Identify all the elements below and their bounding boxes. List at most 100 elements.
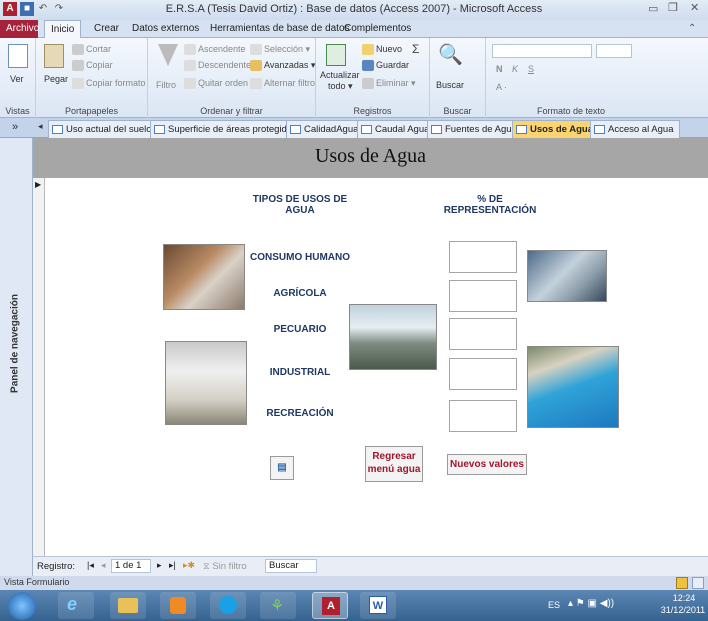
title-bar: A ■ ↶ ↷ E.R.S.A (Tesis David Ortiz) : Ba… (0, 0, 708, 20)
media-player-icon (170, 597, 186, 614)
avanzadas-button[interactable]: Avanzadas ▾ (250, 60, 315, 72)
ribbon-minimize-icon[interactable]: ⌃ (688, 23, 696, 34)
form-icon (290, 125, 301, 134)
font-name-select[interactable] (492, 44, 592, 58)
tab-crear[interactable]: Crear (88, 20, 125, 38)
alternar-label: Alternar filtro (264, 78, 316, 88)
descendente-button[interactable]: Descendente (184, 60, 252, 72)
start-button[interactable] (8, 592, 36, 620)
copiar-formato-button[interactable]: Copiar formato (72, 78, 146, 90)
doc-tab[interactable]: Uso actual del suelo (48, 120, 158, 138)
guardar-button[interactable]: Guardar (362, 60, 410, 72)
recreacion-photo (527, 346, 619, 428)
save-record-icon (362, 60, 374, 72)
copiar-button[interactable]: Copiar (72, 60, 113, 72)
navigation-pane[interactable]: Panel de navegación (0, 138, 33, 576)
clock-time[interactable]: 12:24 (664, 593, 704, 603)
record-search-input[interactable]: Buscar (265, 559, 317, 573)
explorer-taskbar-icon[interactable] (110, 592, 146, 619)
tab-datos-externos[interactable]: Datos externos (126, 20, 205, 38)
doc-tab[interactable]: Acceso al Agua (590, 120, 680, 138)
access-taskbar-icon[interactable]: A (312, 592, 348, 619)
prev-record-icon[interactable]: ◂ (101, 560, 106, 571)
messenger-taskbar-icon[interactable]: ⚘ (260, 592, 296, 619)
buscar-button[interactable]: Buscar (436, 80, 464, 90)
clock-date[interactable]: 31/12/2011 (658, 605, 708, 615)
group-label: Registros (353, 106, 392, 116)
tab-scroll-left-icon[interactable]: ◂ (38, 121, 43, 132)
design-view-icon[interactable] (692, 577, 704, 589)
regresar-menu-agua-button[interactable]: Regresar menú agua (365, 446, 423, 482)
media-taskbar-icon[interactable] (160, 592, 196, 619)
nuevos-valores-button[interactable]: Nuevos valores (447, 454, 527, 475)
tab-inicio[interactable]: Inicio (44, 20, 82, 38)
label-uso: PECUARIO (273, 324, 327, 335)
quitar-orden-button[interactable]: Quitar orden (184, 78, 248, 90)
pct-input-agricola[interactable] (449, 280, 517, 312)
bold-button[interactable]: N (496, 64, 503, 74)
paste-icon (44, 44, 64, 68)
seleccion-button[interactable]: Selección ▾ (250, 44, 310, 56)
pct-input-recreacion[interactable] (449, 400, 517, 432)
actualizar-button[interactable]: Actualizar (320, 70, 360, 80)
minimize-icon[interactable]: ▭ (648, 2, 662, 15)
label-uso: CONSUMO HUMANO (250, 252, 350, 263)
binoculars-icon: 🔍 (438, 44, 463, 66)
todo-label: todo ▾ (328, 81, 353, 91)
sin-filtro-button[interactable]: ⧖ Sin filtro (203, 561, 247, 572)
new-record-nav-icon[interactable]: ▸✱ (183, 560, 195, 571)
font-color-button[interactable]: A · (496, 82, 507, 92)
sin-filtro-label: Sin filtro (212, 561, 247, 572)
restore-icon[interactable]: ❐ (668, 1, 682, 14)
form-action-button[interactable]: ▤ (270, 456, 294, 480)
nuevo-button[interactable]: Nuevo (362, 44, 402, 56)
document-tabs: » ◂ Uso actual del suelo Superficie de á… (0, 118, 708, 138)
eliminar-button[interactable]: Eliminar ▾ (362, 78, 416, 90)
tab-archivo[interactable]: Archivo (0, 20, 39, 38)
doc-tab[interactable]: Superficie de áreas protegidas (150, 120, 303, 138)
doc-tab[interactable]: CalidadAgua (286, 120, 365, 138)
form-icon (52, 125, 63, 134)
nav-pane-toggle[interactable]: » (12, 121, 18, 133)
doc-tab[interactable]: Fuentes de Agua (427, 120, 523, 138)
underline-button[interactable]: S (528, 64, 534, 74)
tray-icons[interactable]: ▴ ⚑ ▣ ◀)) (568, 598, 614, 609)
form-view-icon[interactable] (676, 577, 688, 589)
toggle-filter-icon (250, 78, 262, 90)
doc-tab-active[interactable]: Usos de Agua (512, 120, 599, 138)
ascendente-button[interactable]: Ascendente (184, 44, 246, 56)
delete-icon (362, 78, 374, 90)
record-position-field[interactable]: 1 de 1 (111, 559, 151, 573)
descendente-label: Descendente (198, 60, 252, 70)
advanced-icon (250, 60, 262, 72)
group-ordenar-filtrar: Filtro Ascendente Descendente Quitar ord… (148, 38, 316, 118)
first-record-icon[interactable]: |◂ (87, 560, 94, 571)
pegar-button[interactable]: Pegar (44, 74, 68, 84)
skype-taskbar-icon[interactable] (210, 592, 246, 619)
guardar-label: Guardar (376, 60, 410, 70)
alternar-filtro-button[interactable]: Alternar filtro (250, 78, 316, 90)
form-icon (594, 125, 605, 134)
close-icon[interactable]: ✕ (690, 1, 704, 14)
totals-icon[interactable]: Σ (412, 42, 419, 56)
ver-button[interactable]: Ver (10, 74, 24, 84)
cortar-button[interactable]: Cortar (72, 44, 111, 56)
font-size-select[interactable] (596, 44, 632, 58)
eliminar-label: Eliminar (376, 78, 409, 88)
language-indicator[interactable]: ES (548, 600, 560, 610)
tab-complementos[interactable]: Complementos (338, 20, 417, 38)
pct-input-industrial[interactable] (449, 358, 517, 390)
pct-input-consumo-humano[interactable] (449, 241, 517, 273)
pct-input-pecuario[interactable] (449, 318, 517, 350)
agricola-photo (349, 304, 437, 370)
italic-button[interactable]: K (512, 64, 518, 74)
last-record-icon[interactable]: ▸| (169, 560, 176, 571)
industrial-photo (527, 250, 607, 302)
filtro-button[interactable]: Filtro (156, 80, 176, 90)
next-record-icon[interactable]: ▸ (157, 560, 162, 571)
record-selector[interactable]: ▶ (33, 178, 45, 556)
ie-taskbar-icon[interactable]: e (58, 592, 94, 619)
word-taskbar-icon[interactable]: W (360, 592, 396, 619)
tab-herramientas[interactable]: Herramientas de base de datos (204, 20, 356, 38)
doc-tab[interactable]: Caudal Agua (357, 120, 436, 138)
